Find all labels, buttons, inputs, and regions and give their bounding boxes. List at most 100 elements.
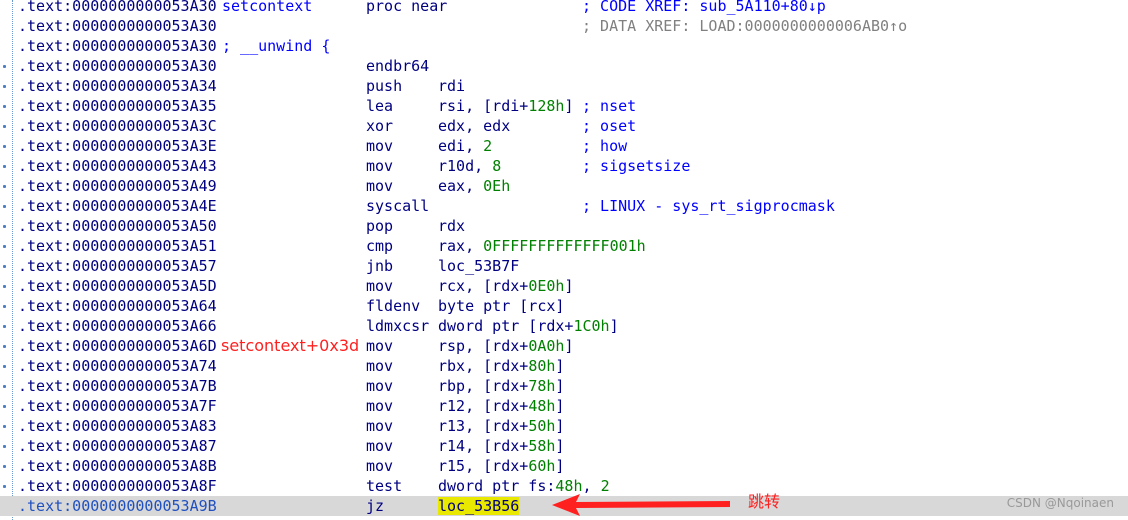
line-label[interactable]: ; __unwind { <box>222 36 330 56</box>
line-operands[interactable]: byte ptr [rcx] <box>438 296 564 316</box>
line-address[interactable]: .text:0000000000053A8F <box>18 476 217 496</box>
line-operands[interactable]: edx, edx <box>438 116 510 136</box>
line-address[interactable]: .text:0000000000053A83 <box>18 416 217 436</box>
line-mnemonic[interactable]: mov <box>366 396 393 416</box>
line-mnemonic[interactable]: mov <box>366 336 393 356</box>
line-operands[interactable]: r15, [rdx+60h] <box>438 456 564 476</box>
line-address[interactable]: .text:0000000000053A30 <box>18 36 217 56</box>
line-address[interactable]: .text:0000000000053A8B <box>18 456 217 476</box>
line-mnemonic[interactable]: mov <box>366 276 393 296</box>
line-address[interactable]: .text:0000000000053A6D <box>18 336 217 356</box>
line-address[interactable]: .text:0000000000053A3C <box>18 116 217 136</box>
jump-arrow-icon <box>552 494 730 516</box>
line-mnemonic[interactable]: mov <box>366 356 393 376</box>
listing-line[interactable]: .text:0000000000053A3E mov edi, 2 ; how <box>0 136 1128 156</box>
line-address[interactable]: .text:0000000000053A3E <box>18 136 217 156</box>
line-address[interactable]: .text:0000000000053A51 <box>18 236 217 256</box>
listing-line[interactable]: .text:0000000000053A30 setcontext proc nea… <box>0 0 1128 16</box>
line-address[interactable]: .text:0000000000053A30 <box>18 16 217 36</box>
line-mnemonic[interactable]: ldmxcsr <box>366 316 429 336</box>
listing-line[interactable]: .text:0000000000053A83 mov r13, [rdx+50h] <box>0 416 1128 436</box>
line-mnemonic[interactable]: xor <box>366 116 393 136</box>
listing-line[interactable]: .text:0000000000053A6D mov rsp, [rdx+0A0h] <box>0 336 1128 356</box>
line-operands[interactable]: r10d, 8 <box>438 156 501 176</box>
line-operands[interactable]: r14, [rdx+58h] <box>438 436 564 456</box>
line-mnemonic[interactable]: mov <box>366 416 393 436</box>
listing-line[interactable]: .text:0000000000053A66 ldmxcsr dword ptr [… <box>0 316 1128 336</box>
line-address[interactable]: .text:0000000000053A87 <box>18 436 217 456</box>
line-operands[interactable]: edi, 2 <box>438 136 492 156</box>
line-mnemonic[interactable]: test <box>366 476 402 496</box>
line-address[interactable]: .text:0000000000053A43 <box>18 156 217 176</box>
line-address[interactable]: .text:0000000000053A7F <box>18 396 217 416</box>
line-mnemonic[interactable]: endbr64 <box>366 56 429 76</box>
line-operands[interactable]: rsp, [rdx+0A0h] <box>438 336 573 356</box>
line-comment: ; CODE XREF: sub_5A110+80↓p <box>582 0 826 15</box>
line-operands[interactable]: rcx, [rdx+0E0h] <box>438 276 573 296</box>
line-mnemonic[interactable]: fldenv <box>366 296 420 316</box>
line-mnemonic[interactable]: mov <box>366 376 393 396</box>
line-address[interactable]: .text:0000000000053A57 <box>18 256 217 276</box>
line-address[interactable]: .text:0000000000053A34 <box>18 76 217 96</box>
line-mnemonic[interactable]: mov <box>366 456 393 476</box>
line-address[interactable]: .text:0000000000053A7B <box>18 376 217 396</box>
listing-line[interactable]: .text:0000000000053A43 mov r10d, 8 ; sigset… <box>0 156 1128 176</box>
line-address[interactable]: .text:0000000000053A35 <box>18 96 217 116</box>
line-address[interactable]: .text:0000000000053A50 <box>18 216 217 236</box>
line-address[interactable]: .text:0000000000053A30 <box>18 0 217 16</box>
listing-line[interactable]: .text:0000000000053A30 endbr64 <box>0 56 1128 76</box>
line-operands[interactable]: loc_53B7F <box>438 256 519 276</box>
line-operands[interactable]: eax, 0Eh <box>438 176 510 196</box>
line-mnemonic[interactable]: push <box>366 76 402 96</box>
line-operands[interactable]: rdi <box>438 76 465 96</box>
line-operands[interactable]: rbp, [rdx+78h] <box>438 376 564 396</box>
listing-line[interactable]: .text:0000000000053A30 ; DATA XREF: LOAD:… <box>0 16 1128 36</box>
listing-line[interactable]: .text:0000000000053A4E syscall ; LINUX - s… <box>0 196 1128 216</box>
listing-line[interactable]: .text:0000000000053A34 push rdi <box>0 76 1128 96</box>
line-address[interactable]: .text:0000000000053A66 <box>18 316 217 336</box>
line-comment: ; oset <box>582 117 637 135</box>
line-mnemonic[interactable]: syscall <box>366 196 429 216</box>
line-operands[interactable]: r13, [rdx+50h] <box>438 416 564 436</box>
line-address[interactable]: .text:0000000000053A74 <box>18 356 217 376</box>
line-mnemonic[interactable]: mov <box>366 176 393 196</box>
line-operands[interactable]: rbx, [rdx+80h] <box>438 356 564 376</box>
line-comment: ; LINUX - sys_rt_sigprocmask <box>582 197 835 215</box>
listing-line[interactable]: .text:0000000000053A49 mov eax, 0Eh <box>0 176 1128 196</box>
line-address[interactable]: .text:0000000000053A4E <box>18 196 217 216</box>
line-mnemonic[interactable]: cmp <box>366 236 393 256</box>
line-address[interactable]: .text:0000000000053A64 <box>18 296 217 316</box>
listing-line[interactable]: .text:0000000000053A7F mov r12, [rdx+48h] <box>0 396 1128 416</box>
line-mnemonic[interactable]: proc near <box>366 0 447 16</box>
line-label[interactable]: setcontext <box>222 0 312 16</box>
line-mnemonic[interactable]: mov <box>366 156 393 176</box>
line-mnemonic[interactable]: pop <box>366 216 393 236</box>
line-mnemonic[interactable]: lea <box>366 96 393 116</box>
listing-line[interactable]: .text:0000000000053A64 fldenv byte ptr [rc… <box>0 296 1128 316</box>
line-address[interactable]: .text:0000000000053A9B <box>18 496 217 516</box>
line-operands[interactable]: rax, 0FFFFFFFFFFFFF001h <box>438 236 646 256</box>
listing-line[interactable]: .text:0000000000053A7B mov rbp, [rdx+78h] <box>0 376 1128 396</box>
line-operands[interactable]: loc_53B56 <box>438 496 520 516</box>
listing-line[interactable]: .text:0000000000053A3C xor edx, edx ; oset <box>0 116 1128 136</box>
line-address[interactable]: .text:0000000000053A5D <box>18 276 217 296</box>
listing-line[interactable]: .text:0000000000053A8B mov r15, [rdx+60h] <box>0 456 1128 476</box>
line-operands[interactable]: rsi, [rdi+128h] <box>438 96 573 116</box>
listing-line[interactable]: .text:0000000000053A5D mov rcx, [rdx+0E0h] <box>0 276 1128 296</box>
line-address[interactable]: .text:0000000000053A49 <box>18 176 217 196</box>
line-mnemonic[interactable]: jz <box>366 496 384 516</box>
listing-line[interactable]: .text:0000000000053A35 lea rsi, [rdi+128h]… <box>0 96 1128 116</box>
line-mnemonic[interactable]: mov <box>366 136 393 156</box>
listing-line[interactable]: .text:0000000000053A57 jnb loc_53B7F <box>0 256 1128 276</box>
listing-line[interactable]: .text:0000000000053A74 mov rbx, [rdx+80h] <box>0 356 1128 376</box>
line-address[interactable]: .text:0000000000053A30 <box>18 56 217 76</box>
line-mnemonic[interactable]: mov <box>366 436 393 456</box>
listing-line[interactable]: .text:0000000000053A30; __unwind { <box>0 36 1128 56</box>
line-operands[interactable]: rdx <box>438 216 465 236</box>
listing-line[interactable]: .text:0000000000053A51 cmp rax, 0FFFFFFFFF… <box>0 236 1128 256</box>
listing-line[interactable]: .text:0000000000053A50 pop rdx <box>0 216 1128 236</box>
line-operands[interactable]: dword ptr [rdx+1C0h] <box>438 316 619 336</box>
line-mnemonic[interactable]: jnb <box>366 256 393 276</box>
listing-line[interactable]: .text:0000000000053A87 mov r14, [rdx+58h] <box>0 436 1128 456</box>
line-operands[interactable]: r12, [rdx+48h] <box>438 396 564 416</box>
